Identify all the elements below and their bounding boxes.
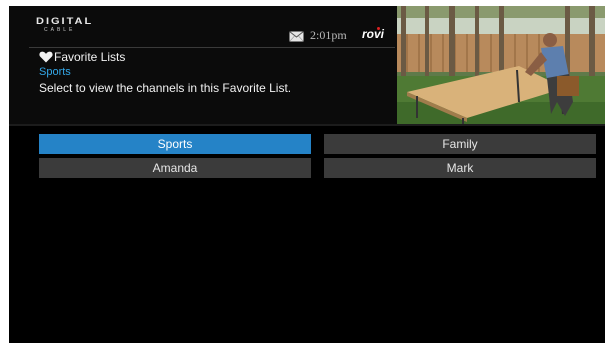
favorite-lists-title-row: Favorite Lists	[39, 50, 125, 64]
favorite-list-button-sports[interactable]: Sports	[39, 134, 311, 154]
live-tv-preview[interactable]	[397, 6, 605, 124]
rovi-logo: rovi	[362, 27, 385, 41]
current-list-name: Sports	[39, 66, 71, 78]
favorite-list-button-family[interactable]: Family	[324, 134, 596, 154]
digital-cable-logo: DIGITAL CABLE	[36, 17, 93, 33]
favorite-list-label: Sports	[157, 137, 193, 151]
heart-icon	[39, 51, 53, 63]
clock-time: 2:01pm	[310, 28, 347, 42]
preview-video-image	[397, 6, 605, 124]
rovi-logo-dot	[377, 27, 380, 30]
header-divider	[29, 47, 395, 48]
favorite-list-label: Family	[442, 137, 478, 151]
favorite-list-label: Amanda	[152, 161, 198, 175]
tv-screen: DIGITAL CABLE 2:01pm rovi Favorite Lists…	[9, 6, 605, 343]
logo-main-text: DIGITAL	[36, 17, 94, 27]
instructions-text: Select to view the channels in this Favo…	[39, 81, 292, 95]
favorite-list-button-amanda[interactable]: Amanda	[39, 158, 311, 178]
logo-sub-text: CABLE	[44, 27, 76, 33]
header: DIGITAL CABLE 2:01pm rovi Favorite Lists…	[9, 6, 605, 124]
header-bottom-rule	[9, 124, 605, 126]
page-title: Favorite Lists	[54, 50, 126, 64]
envelope-icon	[289, 31, 304, 42]
favorite-list-label: Mark	[446, 161, 474, 175]
favorite-list-button-mark[interactable]: Mark	[324, 158, 596, 178]
